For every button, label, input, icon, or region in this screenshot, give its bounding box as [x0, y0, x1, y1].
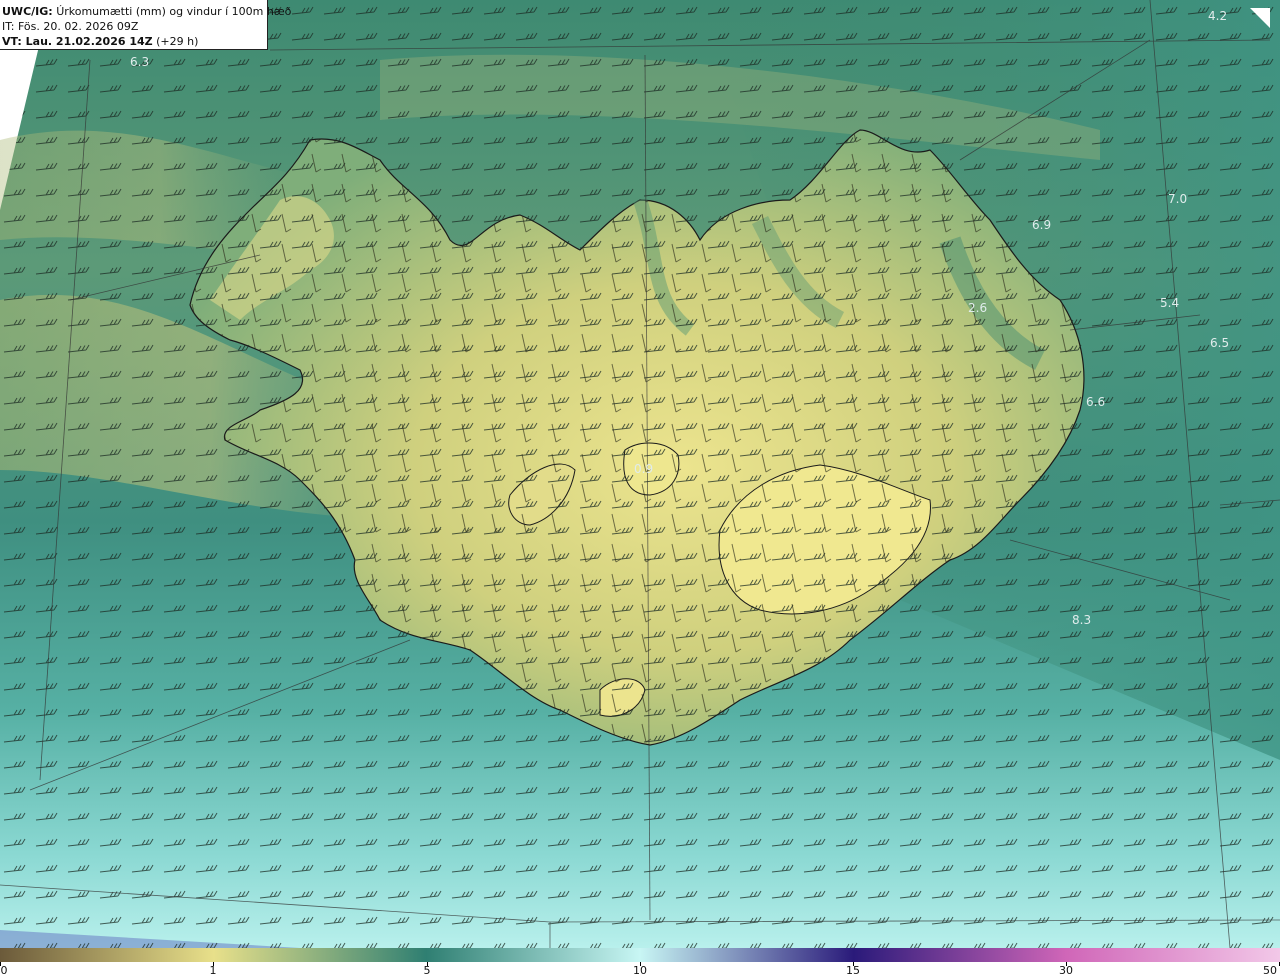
- valid-time-date: VT: Lau. 21.02.2026 14Z: [2, 35, 153, 48]
- colorbar-label: 50: [1263, 964, 1277, 977]
- value-label: 4.2: [1208, 9, 1227, 23]
- colorbar-label: 10: [633, 964, 647, 977]
- colorbar-label: 30: [1059, 964, 1073, 977]
- value-label: 6.6: [1086, 395, 1105, 409]
- forecast-offset: (+29 h): [156, 35, 199, 48]
- value-label: 8.3: [1072, 613, 1091, 627]
- value-label: 5.4: [1160, 296, 1179, 310]
- value-label: 7.0: [1168, 192, 1187, 206]
- value-label: 2.6: [968, 301, 987, 315]
- value-label: 6.3: [130, 55, 149, 69]
- precipitation-wind-map[interactable]: 6.3 4.2 7.0 6.9 5.4 6.5 2.6 6.6 0.9 8.3: [0, 0, 1280, 948]
- issue-time: IT: Fös. 20. 02. 2026 09Z: [2, 20, 139, 33]
- map-title-box: UWC/IG: Úrkomumætti (mm) og vindur í 100…: [0, 0, 291, 50]
- colorbar-gradient: [0, 948, 1280, 962]
- colorbar-label: 0: [0, 964, 8, 977]
- colorbar-label: 15: [846, 964, 860, 977]
- valid-time: VT: Lau. 21.02.2026 14Z (+29 h): [2, 34, 263, 49]
- colorbar-legend: 0 1 5 10 15 30 50: [0, 948, 1280, 978]
- value-label: 6.9: [1032, 218, 1051, 232]
- value-label: 0.9: [634, 462, 653, 476]
- map-canvas: 6.3 4.2 7.0 6.9 5.4 6.5 2.6 6.6 0.9 8.3: [0, 0, 1280, 948]
- product-description: Úrkomumætti (mm) og vindur í 100m hæð: [56, 5, 292, 18]
- product-code: UWC/IG:: [2, 5, 53, 18]
- colorbar-label: 5: [423, 964, 431, 977]
- product-title: UWC/IG: Úrkomumætti (mm) og vindur í 100…: [2, 4, 291, 19]
- colorbar-label: 1: [209, 964, 217, 977]
- value-label: 6.5: [1210, 336, 1229, 350]
